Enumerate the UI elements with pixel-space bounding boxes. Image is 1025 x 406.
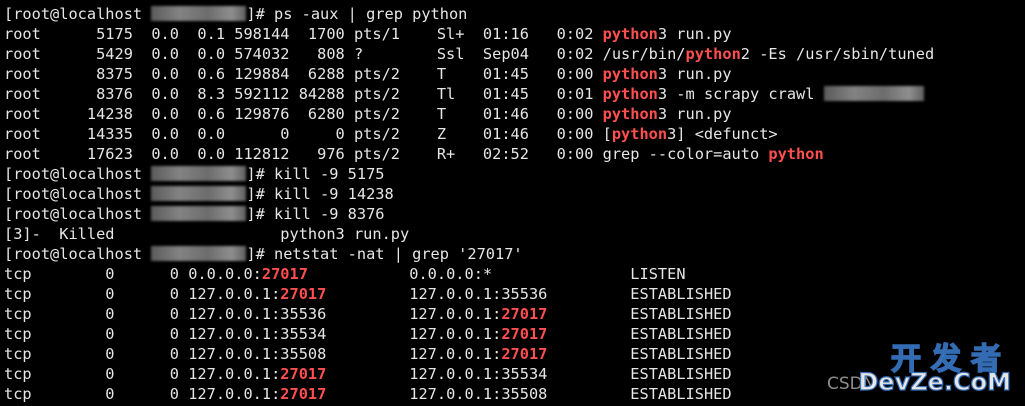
terminal-line: tcp 0 0 127.0.0.1:35536 127.0.0.1:27017 … — [4, 304, 1025, 324]
terminal-line: [root@localhost host]# netstat -nat | gr… — [4, 244, 1025, 264]
terminal-line: root 5175 0.0 0.1 598144 1700 pts/1 Sl+ … — [4, 24, 1025, 44]
redacted-text: host — [151, 6, 247, 21]
redacted-text: host — [151, 206, 247, 221]
terminal-text: ESTABLISHED — [547, 325, 732, 343]
redacted-text: host — [151, 166, 247, 181]
highlighted-match: 27017 — [280, 385, 327, 403]
terminal-line: [root@localhost host]# kill -9 5175 — [4, 164, 1025, 184]
terminal-text: root 8376 0.0 8.3 592112 84288 pts/2 Tl … — [4, 85, 603, 103]
terminal-text: ]# kill -9 5175 — [246, 165, 385, 183]
terminal-text: root 5429 0.0 0.0 574032 808 ? Ssl Sep04… — [4, 45, 686, 63]
terminal-text: [root@localhost — [4, 245, 152, 263]
highlighted-match: python — [602, 85, 658, 103]
terminal-text: ]# ps -aux | grep python — [246, 5, 468, 23]
terminal-text: root 8375 0.0 0.6 129884 6288 pts/2 T 01… — [4, 65, 603, 83]
terminal-line: [root@localhost host]# kill -9 8376 — [4, 204, 1025, 224]
highlighted-match: 27017 — [501, 305, 548, 323]
highlighted-match: python — [685, 45, 741, 63]
terminal-text: 3 -m scrapy crawl — [657, 85, 824, 103]
highlighted-match: 27017 — [280, 285, 327, 303]
highlighted-match: 27017 — [501, 325, 548, 343]
highlighted-match: 27017 — [280, 365, 327, 383]
terminal-text: [root@localhost — [4, 165, 152, 183]
terminal-text: 2 -Es /usr/sbin/tuned — [740, 45, 935, 63]
terminal-text: ESTABLISHED — [547, 305, 732, 323]
terminal-text: [root@localhost — [4, 5, 152, 23]
watermark: CSDN 开发者 DevZe.CoM — [827, 334, 1017, 400]
highlighted-match: python — [768, 145, 824, 163]
terminal-text: [root@localhost — [4, 205, 152, 223]
terminal-text: tcp 0 0 0.0.0.0: — [4, 265, 262, 283]
terminal-line: tcp 0 0 0.0.0.0:27017 0.0.0.0:* LISTEN — [4, 264, 1025, 284]
terminal-text: root 5175 0.0 0.1 598144 1700 pts/1 Sl+ … — [4, 25, 603, 43]
highlighted-match: python — [611, 125, 668, 143]
terminal-text: tcp 0 0 127.0.0.1: — [4, 365, 281, 383]
redacted-text: host — [151, 186, 247, 201]
terminal-text: [root@localhost — [4, 185, 152, 203]
terminal-text: 3 run.py — [657, 105, 732, 123]
redacted-text: spider — [823, 86, 924, 101]
highlighted-match: 27017 — [501, 345, 548, 363]
terminal-line: tcp 0 0 127.0.0.1:27017 127.0.0.1:35536 … — [4, 284, 1025, 304]
watermark-devze-text: DevZe.CoM — [858, 367, 1012, 396]
terminal-text: 127.0.0.1:35508 ESTABLISHED — [326, 385, 732, 403]
highlighted-match: python — [602, 105, 658, 123]
terminal-line: root 17623 0.0 0.0 112812 976 pts/2 R+ 0… — [4, 144, 1025, 164]
terminal-line: [root@localhost host]# ps -aux | grep py… — [4, 4, 1025, 24]
terminal-text: 127.0.0.1:35536 ESTABLISHED — [326, 285, 732, 303]
terminal-text: tcp 0 0 127.0.0.1:35508 127.0.0.1: — [4, 345, 502, 363]
terminal-text: 127.0.0.1:35534 ESTABLISHED — [326, 365, 732, 383]
highlighted-match: 27017 — [261, 265, 308, 283]
terminal-text: [3]- Killed python3 run.py — [4, 225, 410, 243]
redacted-text: host — [151, 246, 247, 261]
terminal-line: root 8376 0.0 8.3 592112 84288 pts/2 Tl … — [4, 84, 1025, 104]
terminal-text: tcp 0 0 127.0.0.1:35536 127.0.0.1: — [4, 305, 502, 323]
highlighted-match: python — [602, 25, 658, 43]
highlighted-match: python — [602, 65, 658, 83]
terminal-text: tcp 0 0 127.0.0.1: — [4, 385, 281, 403]
terminal-line: root 14335 0.0 0.0 0 0 pts/2 Z 01:46 0:0… — [4, 124, 1025, 144]
terminal-text: ]# kill -9 8376 — [246, 205, 385, 223]
terminal-text: 0.0.0.0:* LISTEN — [307, 265, 686, 283]
terminal-text: 3 run.py — [657, 65, 732, 83]
terminal-line: [3]- Killed python3 run.py — [4, 224, 1025, 244]
terminal-line: root 5429 0.0 0.0 574032 808 ? Ssl Sep04… — [4, 44, 1025, 64]
terminal-text: root 14335 0.0 0.0 0 0 pts/2 Z 01:46 0:0… — [4, 125, 612, 143]
terminal-line: [root@localhost host]# kill -9 14238 — [4, 184, 1025, 204]
terminal-line: root 8375 0.0 0.6 129884 6288 pts/2 T 01… — [4, 64, 1025, 84]
terminal-text: tcp 0 0 127.0.0.1:35534 127.0.0.1: — [4, 325, 502, 343]
terminal-text: ]# netstat -nat | grep '27017' — [246, 245, 523, 263]
terminal-text: 3 run.py — [657, 25, 732, 43]
terminal-line: root 14238 0.0 0.6 129876 6280 pts/2 T 0… — [4, 104, 1025, 124]
terminal-text: ]# kill -9 14238 — [246, 185, 394, 203]
terminal-text: tcp 0 0 127.0.0.1: — [4, 285, 281, 303]
terminal-text: root 14238 0.0 0.6 129876 6280 pts/2 T 0… — [4, 105, 603, 123]
terminal-text: ESTABLISHED — [547, 345, 732, 363]
terminal-text: 3] <defunct> — [667, 125, 778, 143]
terminal-text: root 17623 0.0 0.0 112812 976 pts/2 R+ 0… — [4, 145, 769, 163]
